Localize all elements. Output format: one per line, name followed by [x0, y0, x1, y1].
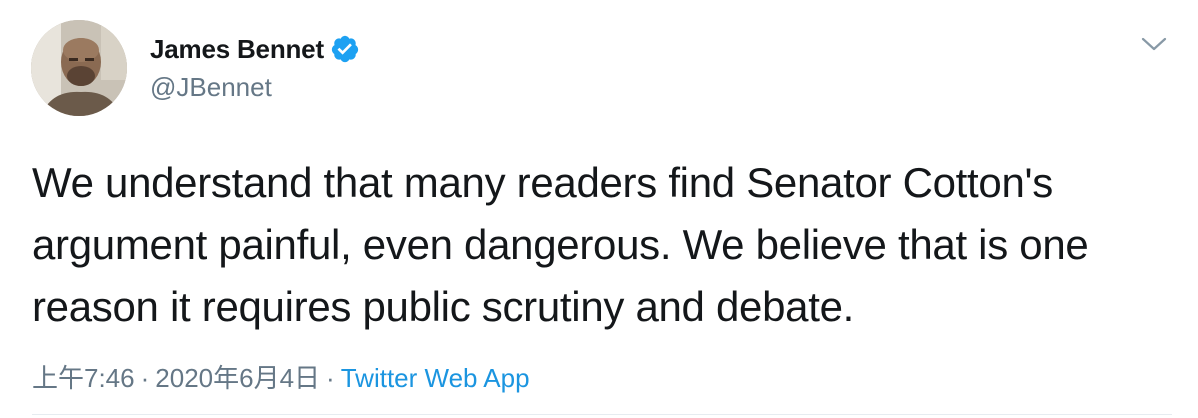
verified-badge-icon: [330, 34, 360, 64]
tweet-meta: 上午7:46 · 2020年6月4日 · Twitter Web App: [32, 361, 530, 395]
meta-separator-2: ·: [326, 363, 335, 393]
tweet-date[interactable]: 2020年6月4日: [155, 363, 320, 393]
avatar-photo: [31, 20, 127, 116]
tweet-text: We understand that many readers find Sen…: [32, 159, 1089, 330]
author-handle[interactable]: @JBennet: [150, 72, 272, 103]
chevron-down-icon[interactable]: [1140, 34, 1168, 54]
avatar[interactable]: [31, 20, 127, 116]
divider: [32, 414, 1172, 415]
tweet-source-link[interactable]: Twitter Web App: [341, 363, 530, 393]
display-name[interactable]: James Bennet: [150, 34, 324, 65]
meta-separator: ·: [140, 363, 150, 393]
author-name-row[interactable]: James Bennet: [150, 32, 360, 66]
tweet-card: James Bennet @JBennet We understand that…: [0, 0, 1198, 418]
tweet-time[interactable]: 上午7:46: [32, 363, 135, 393]
